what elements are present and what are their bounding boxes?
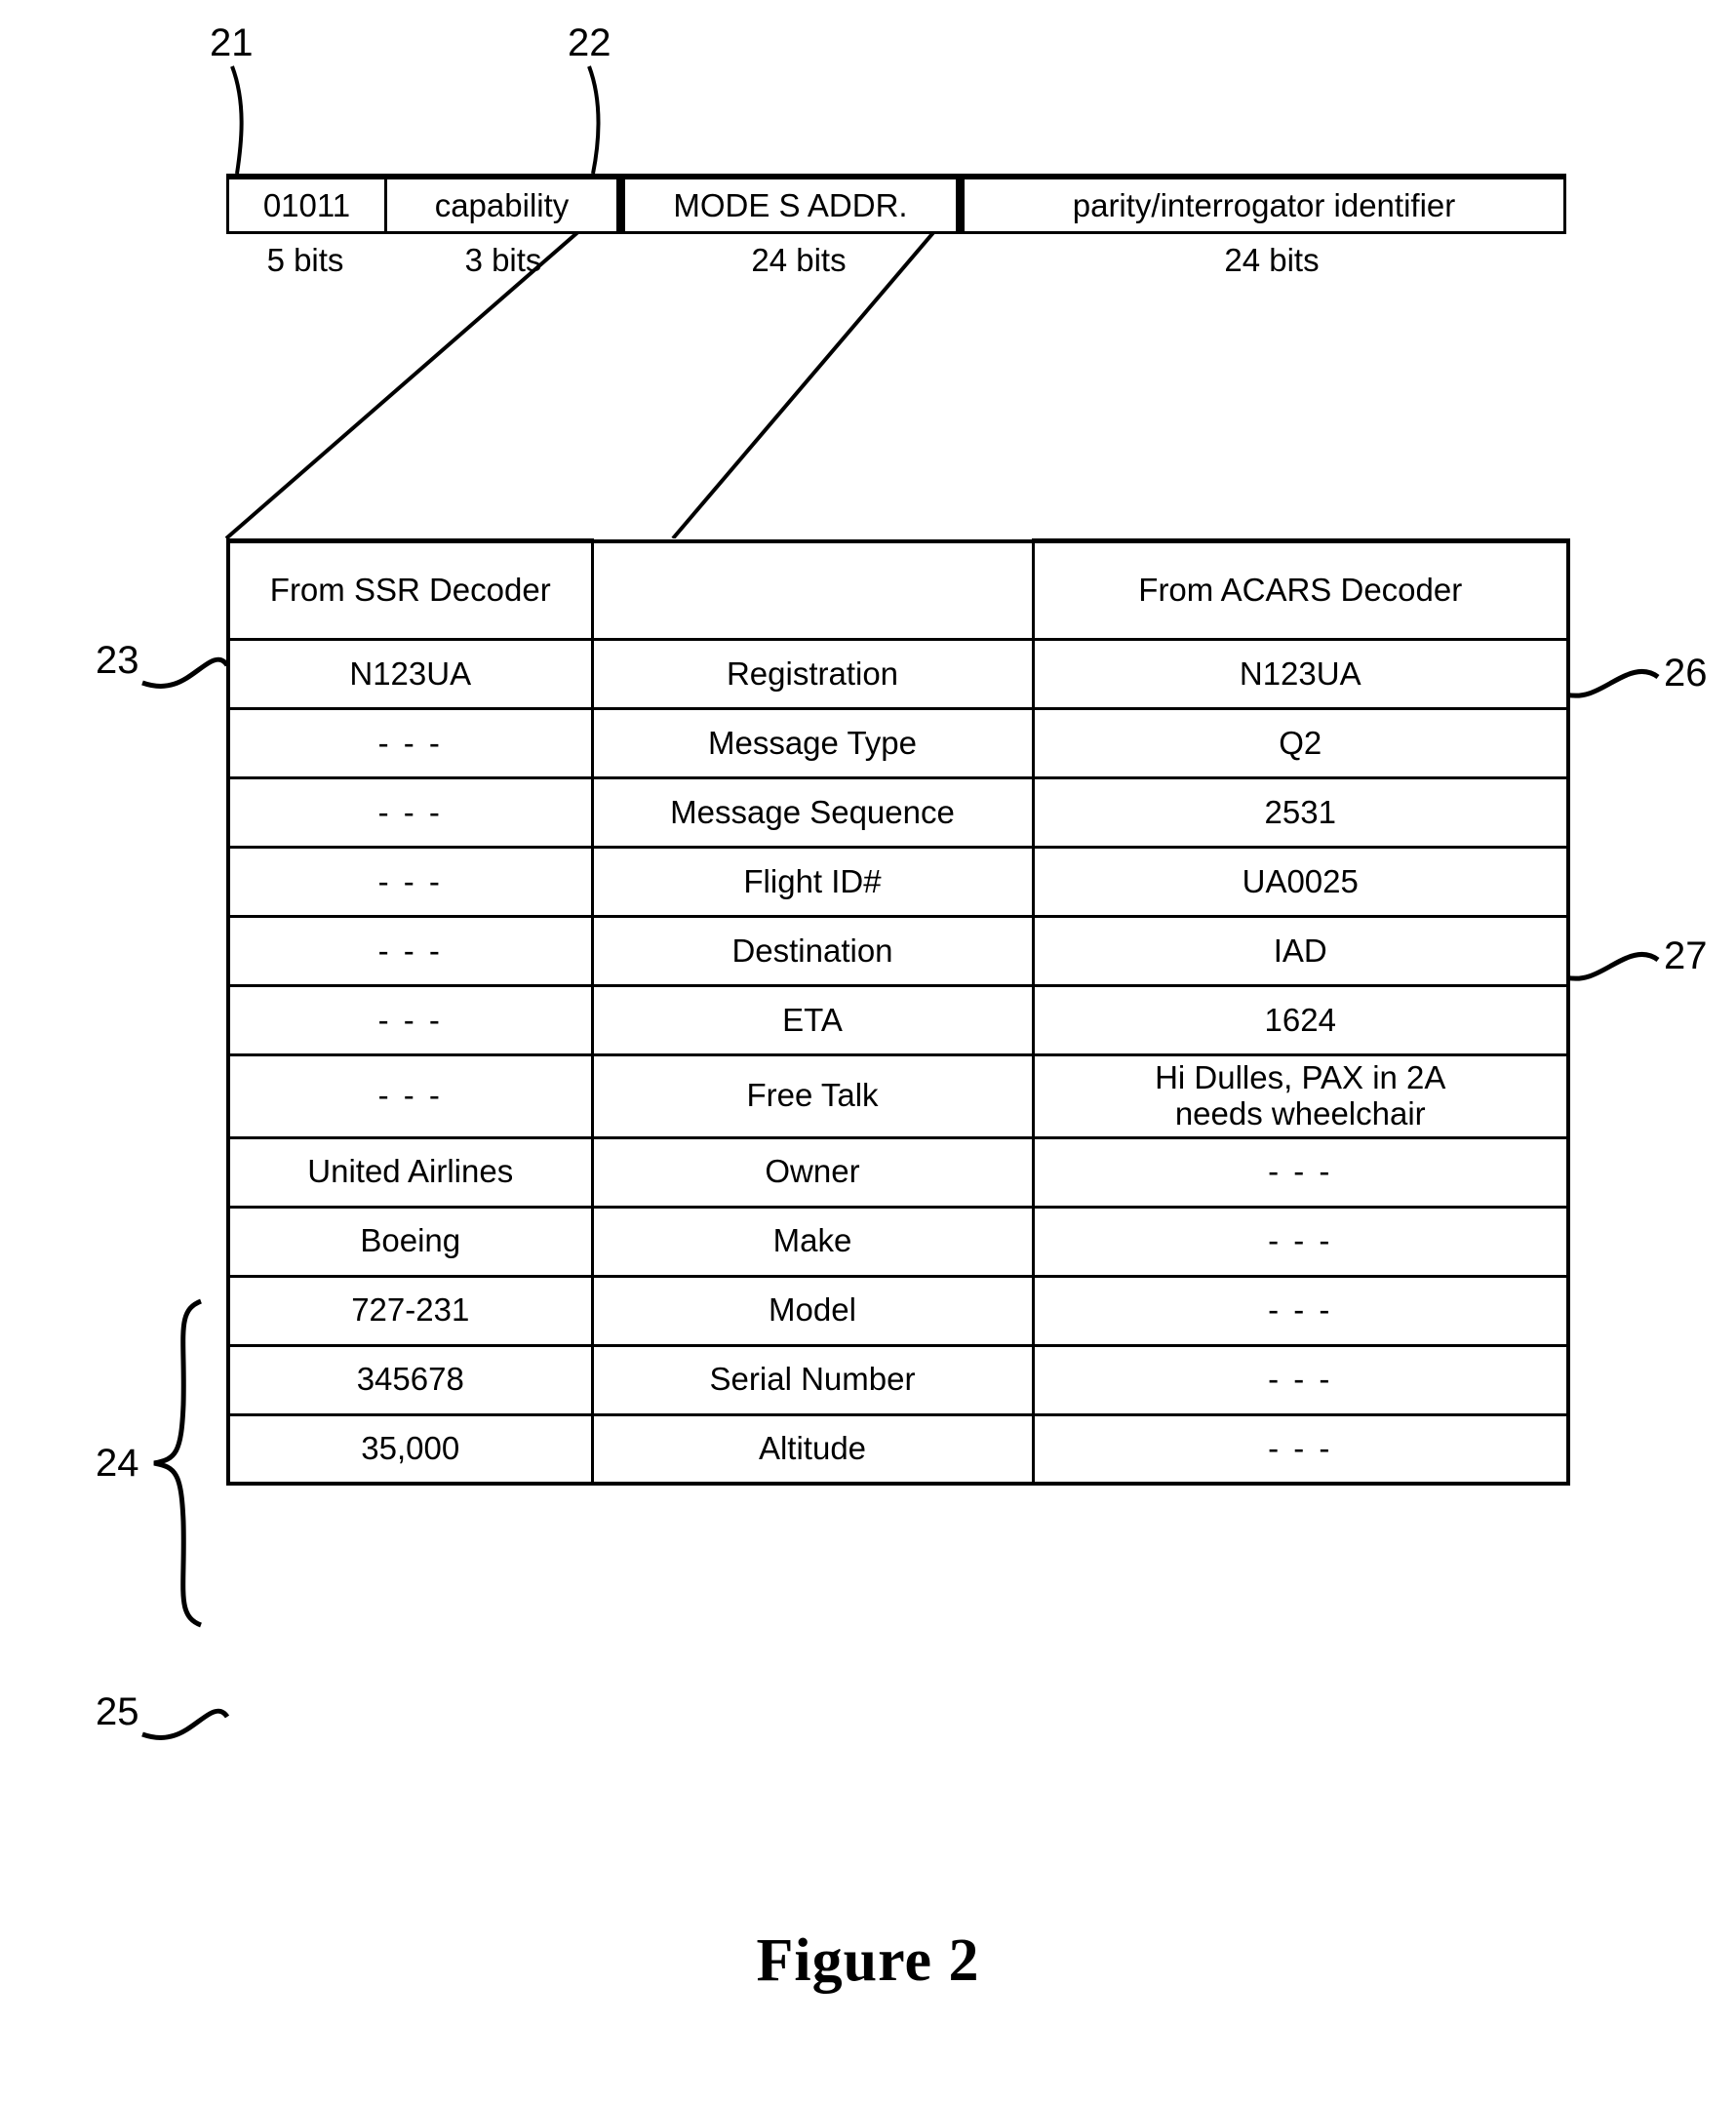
cell-acars-value: UA0025 <box>1031 846 1570 918</box>
callout-21: 21 <box>210 21 254 64</box>
cell-ssr-value: N123UA <box>226 638 594 710</box>
cell-acars-value: 2531 <box>1031 776 1570 849</box>
cell-ssr-value: 345678 <box>226 1343 594 1416</box>
cell-acars-value: - - - <box>1031 1274 1570 1347</box>
cell-field-name: Serial Number <box>590 1343 1035 1416</box>
cell-field-name: Destination <box>590 915 1035 987</box>
msg-field-capability: capability <box>387 179 625 231</box>
cell-ssr-value: 35,000 <box>226 1412 594 1486</box>
callout-22: 22 <box>568 21 612 64</box>
callout-26: 26 <box>1664 652 1708 695</box>
cell-field-name: Make <box>590 1205 1035 1278</box>
table-row: - - - ETA 1624 <box>226 984 1570 1056</box>
brace-24 <box>153 1298 203 1628</box>
table-row: 35,000 Altitude - - - <box>226 1412 1570 1486</box>
table-row: - - - Message Sequence 2531 <box>226 776 1570 849</box>
cell-ssr-value: - - - <box>226 984 594 1056</box>
cell-acars-value: 1624 <box>1031 984 1570 1056</box>
table-row: - - - Destination IAD <box>226 915 1570 987</box>
bits-label-parity: 24 bits <box>1224 242 1320 278</box>
bits-label-capability: 3 bits <box>464 242 542 278</box>
cell-field-name: Registration <box>590 638 1035 710</box>
bits-label-mode-s-address: 24 bits <box>751 242 847 278</box>
leader-line-21 <box>230 65 244 175</box>
leader-line-27 <box>1565 951 1660 981</box>
cell-field-name: Owner <box>590 1135 1035 1209</box>
table-row: Boeing Make - - - <box>226 1205 1570 1278</box>
cell-ssr-value: - - - <box>226 776 594 849</box>
header-from-ssr-decoder: From SSR Decoder <box>226 538 594 641</box>
cell-acars-value: N123UA <box>1031 638 1570 710</box>
header-from-acars-decoder: From ACARS Decoder <box>1031 538 1570 641</box>
cell-ssr-value: - - - <box>226 846 594 918</box>
cell-field-name: Message Sequence <box>590 776 1035 849</box>
leader-line-22 <box>587 65 601 175</box>
msg-field-mode-s-address: MODE S ADDR. <box>625 179 965 231</box>
cell-field-name: Free Talk <box>590 1053 1035 1139</box>
cell-acars-value: - - - <box>1031 1343 1570 1416</box>
table-row: - - - Flight ID# UA0025 <box>226 846 1570 918</box>
leader-line-25 <box>141 1708 230 1740</box>
leader-line-26 <box>1565 668 1660 698</box>
cell-field-name: Flight ID# <box>590 846 1035 918</box>
msg-field-parity-interrogator: parity/interrogator identifier <box>965 179 1563 231</box>
expansion-line-left <box>224 181 636 540</box>
msg-field-preamble: 01011 <box>229 179 387 231</box>
table-row: United Airlines Owner - - - <box>226 1135 1570 1209</box>
figure-caption: Figure 2 <box>756 1927 980 1994</box>
callout-24: 24 <box>96 1442 139 1485</box>
table-header-row: From SSR Decoder From ACARS Decoder <box>226 538 1570 641</box>
cell-field-name: Altitude <box>590 1412 1035 1486</box>
cell-acars-value: IAD <box>1031 915 1570 987</box>
cell-acars-value: Q2 <box>1031 707 1570 779</box>
callout-25: 25 <box>96 1690 139 1733</box>
callout-23: 23 <box>96 639 139 682</box>
cell-field-name: Model <box>590 1274 1035 1347</box>
cell-ssr-value: United Airlines <box>226 1135 594 1209</box>
decoder-comparison-table: From SSR Decoder From ACARS Decoder N123… <box>226 538 1570 1487</box>
cell-ssr-value: 727-231 <box>226 1274 594 1347</box>
header-field-name-empty <box>592 541 1033 640</box>
expansion-line-right <box>671 181 977 540</box>
cell-ssr-value: Boeing <box>226 1205 594 1278</box>
table-row: 727-231 Model - - - <box>226 1274 1570 1347</box>
cell-ssr-value: - - - <box>226 707 594 779</box>
callout-27: 27 <box>1664 934 1708 977</box>
mode-s-message-bar: 01011 capability MODE S ADDR. parity/int… <box>226 174 1566 234</box>
cell-field-name: ETA <box>590 984 1035 1056</box>
table-row: - - - Message Type Q2 <box>226 707 1570 779</box>
table-row: - - - Free Talk Hi Dulles, PAX in 2A needs… <box>226 1053 1570 1139</box>
cell-acars-value: - - - <box>1031 1205 1570 1278</box>
table-row: 345678 Serial Number - - - <box>226 1343 1570 1416</box>
cell-acars-value: - - - <box>1031 1412 1570 1486</box>
cell-ssr-value: - - - <box>226 915 594 987</box>
leader-line-23 <box>141 656 230 689</box>
cell-acars-value: - - - <box>1031 1135 1570 1209</box>
cell-acars-value: Hi Dulles, PAX in 2A needs wheelchair <box>1031 1053 1570 1139</box>
bits-label-preamble: 5 bits <box>266 242 344 278</box>
table-row: N123UA Registration N123UA <box>226 638 1570 710</box>
cell-field-name: Message Type <box>590 707 1035 779</box>
patent-figure-2: 21 22 23 24 25 26 27 01011 capability MO… <box>0 0 1736 2104</box>
cell-ssr-value: - - - <box>226 1053 594 1139</box>
